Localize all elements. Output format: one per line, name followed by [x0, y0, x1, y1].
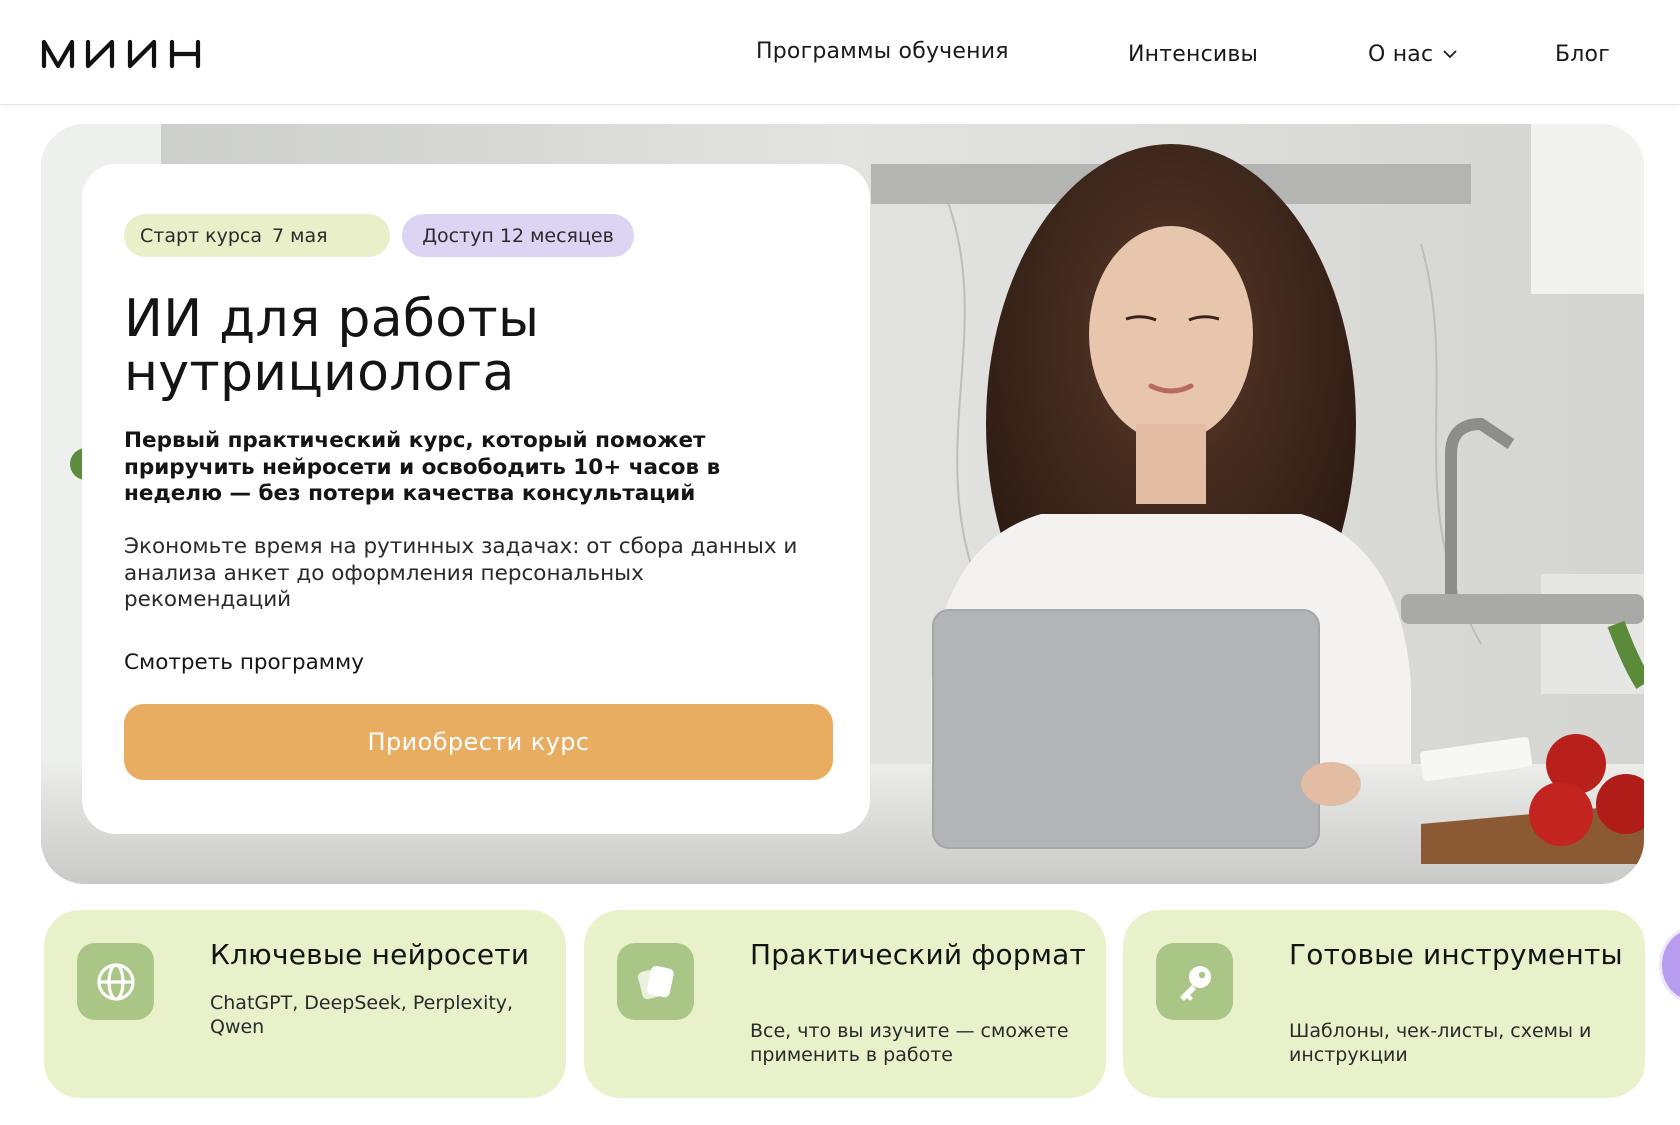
- chat-widget-button[interactable]: [1662, 930, 1680, 1000]
- nav-programs[interactable]: Программы обучения: [756, 39, 1009, 64]
- feature-description: ChatGPT, DeepSeek, Perplexity, Qwen: [210, 992, 514, 1038]
- feature-card-practical-format: Практический формат Все, что вы изучите …: [584, 910, 1106, 1098]
- globe-icon: [77, 943, 154, 1020]
- feature-description: Шаблоны, чек-листы, схемы и инструкции: [1289, 1020, 1592, 1066]
- site-header: Программы обучения Интенсивы О нас Блог: [0, 0, 1680, 105]
- feature-card-ready-tools: Готовые инструменты Шаблоны, чек-листы, …: [1123, 910, 1645, 1098]
- feature-description: Все, что вы изучите — сможете применить …: [750, 1020, 1069, 1066]
- logo[interactable]: [40, 32, 218, 72]
- nav-about[interactable]: О нас: [1368, 42, 1457, 67]
- view-program-link[interactable]: Смотреть программу: [124, 650, 364, 675]
- feature-title: Готовые инструменты: [1289, 938, 1623, 971]
- feature-title: Ключевые нейросети: [210, 938, 530, 971]
- feature-card-neural-networks: Ключевые нейросети ChatGPT, DeepSeek, Pe…: [44, 910, 566, 1098]
- course-title: ИИ для работы нутрициолога: [124, 289, 540, 403]
- chevron-down-icon: [1443, 50, 1457, 59]
- start-date-value: 7 мая: [272, 224, 328, 247]
- nav-intensives[interactable]: Интенсивы: [1128, 42, 1258, 67]
- cards-icon: [617, 943, 694, 1020]
- access-duration-badge: Доступ 12 месяцев: [402, 214, 634, 257]
- course-description: Экономьте время на рутинных задачах: от …: [124, 534, 798, 612]
- nav-blog[interactable]: Блог: [1555, 42, 1610, 67]
- course-subtitle: Первый практический курс, который поможе…: [124, 428, 721, 506]
- start-date-label: Старт курса: [140, 224, 263, 247]
- start-date-badge: Старт курса 7 мая: [124, 214, 390, 257]
- buy-course-button[interactable]: Приобрести курс: [124, 704, 833, 780]
- key-icon: [1156, 943, 1233, 1020]
- nav-about-label: О нас: [1368, 42, 1434, 67]
- feature-title: Практический формат: [750, 938, 1087, 971]
